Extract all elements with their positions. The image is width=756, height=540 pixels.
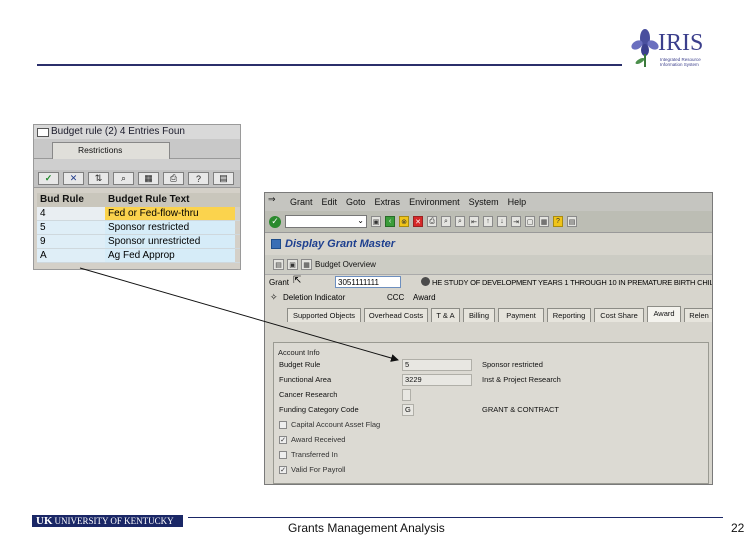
- connector-arrow: [79, 267, 399, 362]
- uk-name: UNIVERSITY OF KENTUCKY: [54, 516, 174, 526]
- footer-rule: [188, 517, 723, 518]
- footer-title: Grants Management Analysis: [288, 521, 445, 535]
- uk-logo: UK UNIVERSITY OF KENTUCKY: [32, 515, 183, 527]
- page-number: 22: [731, 521, 745, 535]
- uk-short: UK: [36, 515, 53, 527]
